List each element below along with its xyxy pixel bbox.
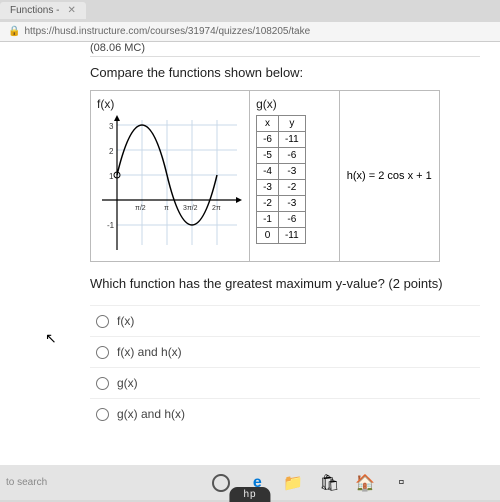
app2-icon[interactable]: ▫ — [390, 472, 412, 494]
tab-title: Functions - — [10, 5, 59, 16]
table-row: -3-2 — [257, 180, 306, 196]
svg-text:-1: -1 — [107, 221, 115, 230]
radio-input[interactable] — [96, 408, 109, 421]
gx-table: x y -6-11 -5-6 -4-3 -3-2 -2-3 -1-6 0-11 — [256, 115, 306, 244]
table-row: -1-6 — [257, 212, 306, 228]
radio-input[interactable] — [96, 377, 109, 390]
mouse-cursor-icon: ↖ — [45, 330, 57, 347]
question-code: (08.06 MC) — [90, 42, 480, 57]
hx-formula: h(x) = 2 cos x + 1 — [347, 170, 432, 182]
close-icon[interactable]: ✕ — [67, 5, 75, 16]
svg-text:3π/2: 3π/2 — [183, 205, 198, 212]
table-row: -2-3 — [257, 196, 306, 212]
svg-text:1: 1 — [109, 172, 114, 181]
store-icon[interactable]: 🛍 — [318, 472, 340, 494]
table-row: -5-6 — [257, 148, 306, 164]
taskbar-search[interactable]: to search — [6, 477, 47, 488]
fx-column: f(x) 3 2 1 π/2 π — [91, 91, 250, 261]
fx-label: f(x) — [97, 97, 243, 111]
table-header: x — [257, 116, 279, 132]
option-d[interactable]: g(x) and h(x) — [90, 398, 480, 429]
page-content: (08.06 MC) Compare the functions shown b… — [0, 42, 500, 465]
option-b[interactable]: f(x) and h(x) — [90, 336, 480, 367]
folder-icon[interactable]: 📁 — [282, 472, 304, 494]
app-icon[interactable]: 🏠 — [354, 472, 376, 494]
answer-options: f(x) f(x) and h(x) g(x) g(x) and h(x) — [90, 305, 480, 429]
url-bar[interactable]: 🔒 https://husd.instructure.com/courses/3… — [0, 22, 500, 42]
gx-column: g(x) x y -6-11 -5-6 -4-3 -3-2 -2-3 -1-6 … — [250, 91, 340, 261]
radio-input[interactable] — [96, 346, 109, 359]
hx-column: h(x) = 2 cos x + 1 — [340, 91, 439, 261]
url-text: https://husd.instructure.com/courses/319… — [24, 26, 310, 37]
browser-tab[interactable]: Functions - ✕ — [0, 2, 86, 19]
table-row: 0-11 — [257, 228, 306, 244]
svg-text:2: 2 — [109, 147, 114, 156]
option-c[interactable]: g(x) — [90, 367, 480, 398]
table-row: -4-3 — [257, 164, 306, 180]
svg-text:π/2: π/2 — [135, 205, 146, 212]
radio-input[interactable] — [96, 315, 109, 328]
table-header: y — [278, 116, 305, 132]
lock-icon: 🔒 — [8, 26, 20, 37]
option-a[interactable]: f(x) — [90, 305, 480, 336]
functions-box: f(x) 3 2 1 π/2 π — [90, 90, 440, 262]
cortana-icon[interactable] — [210, 472, 232, 494]
fx-graph: 3 2 1 π/2 π 3π/2 2π -1 — [97, 115, 242, 255]
svg-text:3: 3 — [109, 122, 114, 131]
svg-text:π: π — [164, 205, 169, 212]
question-prompt: Compare the functions shown below: — [90, 65, 480, 80]
table-header-row: x y — [257, 116, 306, 132]
question-text: Which function has the greatest maximum … — [90, 276, 480, 291]
table-row: -6-11 — [257, 132, 306, 148]
gx-label: g(x) — [256, 97, 333, 111]
svg-text:2π: 2π — [212, 205, 221, 212]
